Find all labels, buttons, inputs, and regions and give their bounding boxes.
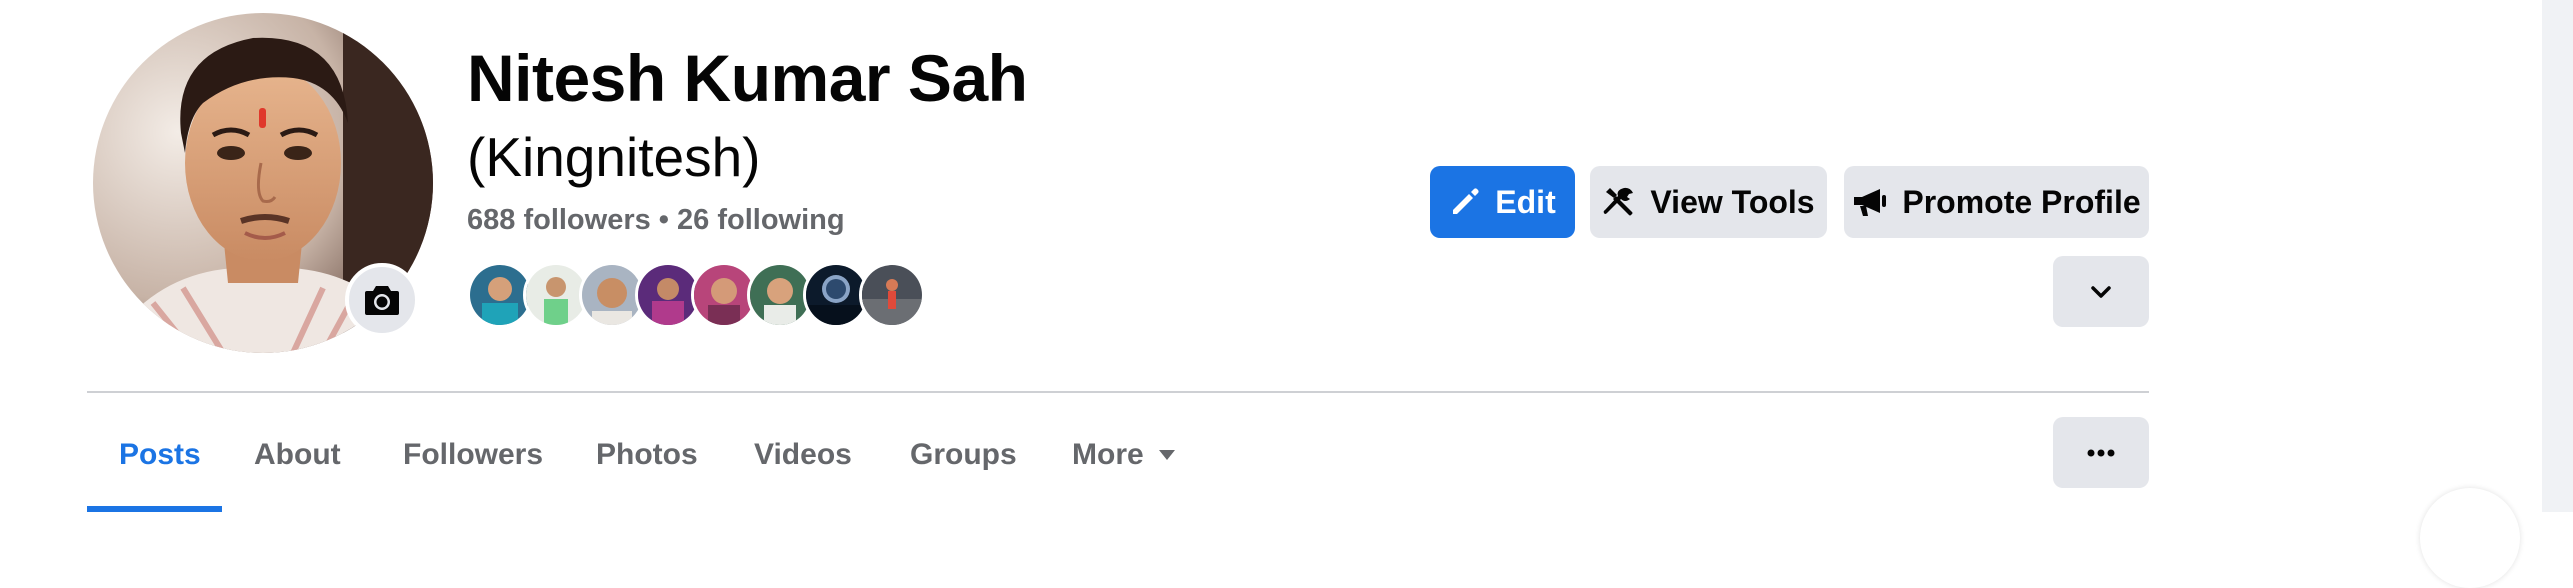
pencil-icon [1453, 188, 1479, 214]
profile-alternate-name: (Kingnitesh) [467, 126, 761, 188]
more-horizontal-icon [2087, 449, 2115, 456]
promote-profile-label: Promote Profile [1902, 183, 2141, 220]
profile-picture-container [93, 13, 433, 353]
tab-more-label: More [1072, 438, 1144, 471]
update-profile-picture-button[interactable] [345, 263, 419, 337]
following-count-link[interactable]: 26 following [677, 204, 845, 236]
follow-stats: 688 followers • 26 following [467, 200, 845, 240]
chevron-down-icon [2091, 285, 2111, 298]
friend-avatar[interactable] [859, 262, 925, 328]
tab-videos[interactable]: Videos [754, 420, 852, 490]
caret-down-icon [1158, 450, 1175, 460]
tab-about[interactable]: About [254, 420, 341, 490]
camera-icon [365, 286, 399, 315]
promote-profile-button[interactable]: Promote Profile [1844, 166, 2149, 238]
tab-followers[interactable]: Followers [403, 420, 543, 490]
expand-profile-actions-button[interactable] [2053, 256, 2149, 327]
tab-posts[interactable]: Posts [119, 420, 201, 490]
more-options-button[interactable] [2053, 417, 2149, 488]
view-tools-button[interactable]: View Tools [1590, 166, 1827, 238]
tab-photos[interactable]: Photos [596, 420, 698, 490]
profile-name: Nitesh Kumar Sah [467, 41, 1028, 115]
edit-label: Edit [1495, 183, 1556, 220]
tools-icon [1604, 187, 1634, 216]
view-tools-label: View Tools [1650, 183, 1815, 220]
profile-header-divider [87, 391, 2149, 393]
floating-button-partial[interactable] [2420, 488, 2520, 588]
megaphone-icon [1854, 189, 1887, 216]
followers-count-link[interactable]: 688 followers [467, 204, 651, 236]
page-background-strip [2542, 0, 2573, 512]
stats-separator: • [650, 204, 678, 236]
active-tab-indicator [87, 506, 222, 512]
tab-groups[interactable]: Groups [910, 420, 1017, 490]
edit-profile-button[interactable]: Edit [1430, 166, 1575, 238]
tab-more[interactable]: More [1072, 420, 1176, 490]
